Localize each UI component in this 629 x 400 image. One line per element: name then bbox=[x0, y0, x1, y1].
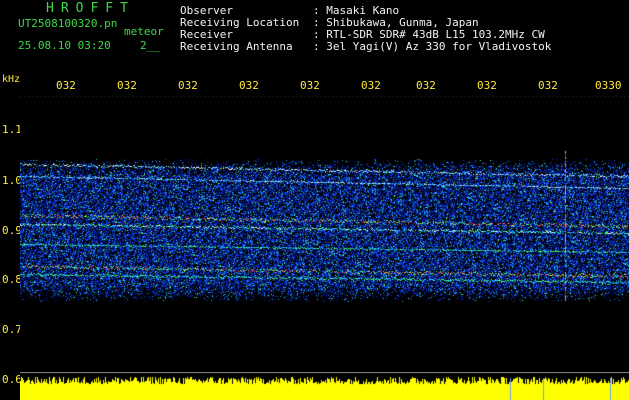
signal-power-strip bbox=[20, 372, 629, 400]
timestamp: 25.08.10 03:20 bbox=[18, 39, 111, 52]
time-tick: 032 bbox=[538, 79, 558, 92]
freq-tick: 0.6 bbox=[2, 373, 22, 386]
time-tick: 032 bbox=[416, 79, 436, 92]
mode-label: meteor bbox=[124, 25, 164, 38]
spectrogram-plot bbox=[20, 96, 629, 372]
info-value-antenna: : 3el Yagi(V) Az 330 for Vladivostok bbox=[313, 40, 552, 53]
freq-tick: 0.9 bbox=[2, 224, 22, 237]
time-tick: 032 bbox=[56, 79, 76, 92]
spectrogram-canvas bbox=[20, 96, 629, 372]
info-label-antenna: Receiving Antenna bbox=[180, 40, 293, 53]
time-tick: 032 bbox=[300, 79, 320, 92]
time-tick: 032 bbox=[361, 79, 381, 92]
freq-tick: 0.7 bbox=[2, 323, 22, 336]
frequency-unit-label: kHz bbox=[2, 74, 21, 85]
time-tick: 032 bbox=[178, 79, 198, 92]
time-tick: 032 bbox=[477, 79, 497, 92]
file-name: UT2508100320.pn bbox=[18, 17, 118, 30]
brand-title: HROFFT bbox=[46, 1, 135, 16]
time-tick: 0330 bbox=[595, 79, 622, 92]
time-tick: 032 bbox=[239, 79, 259, 92]
time-tick: 032 bbox=[117, 79, 137, 92]
power-strip-canvas bbox=[20, 372, 629, 400]
freq-tick: 0.8 bbox=[2, 273, 22, 286]
freq-tick: 1.0 bbox=[2, 174, 22, 187]
freq-tick: 1.1 bbox=[2, 123, 22, 136]
counter-label: 2__ bbox=[140, 39, 160, 52]
